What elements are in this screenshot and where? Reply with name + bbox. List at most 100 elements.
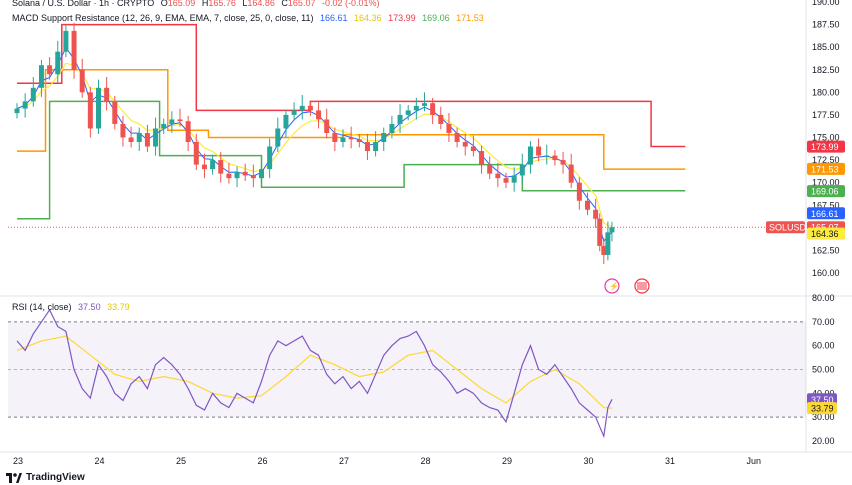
candle-body (283, 114, 289, 129)
candle-body (348, 137, 354, 140)
rsi-value: 37.50 (78, 302, 101, 312)
candle-body (112, 101, 118, 124)
ohlc-high: H165.76 (201, 0, 236, 8)
price-axis-tick: 190.00 (812, 0, 840, 7)
candle-body (104, 87, 110, 102)
indicator-name: MACD Support Resistance (12, 26, 9, EMA,… (12, 13, 314, 23)
rsi-axis-tick: 20.00 (812, 436, 835, 446)
time-axis-tick: Jun (747, 456, 762, 466)
candle-body (259, 169, 264, 179)
candle-body (201, 164, 207, 170)
candle-body (299, 105, 305, 111)
candle-body (275, 128, 281, 147)
candle-body (55, 51, 61, 75)
rsi-label-text: 33.79 (811, 404, 834, 414)
price-axis-tick: 180.00 (812, 87, 840, 97)
candle-body (144, 132, 150, 147)
price-change: -0.02 (-0.01%) (321, 0, 380, 8)
ohlc-open: O165.09 (160, 0, 196, 8)
ohlc-close: C165.07 (281, 0, 316, 8)
symbol-tag-text: SOLUSD (769, 223, 807, 233)
us-flag-event-icon (634, 278, 650, 294)
candle-body (226, 173, 232, 179)
candle-body (340, 137, 346, 143)
flash-event-glyph: ⚡ (609, 281, 619, 291)
candle-body (136, 132, 142, 143)
indicator-value-green: 169.06 (422, 13, 450, 23)
candle-body (267, 146, 273, 170)
candle-body (364, 142, 370, 152)
candle-body (332, 132, 338, 143)
candle-body (544, 155, 550, 157)
rsi-axis-tick: 50.00 (812, 365, 835, 375)
indicator-value-blue: 166.61 (319, 13, 348, 23)
candle-body (527, 146, 533, 165)
candle-body (413, 105, 419, 111)
candle-body (242, 171, 248, 176)
candle-body (250, 175, 256, 179)
candle-body (14, 108, 20, 114)
candle-body (22, 101, 28, 109)
time-axis-tick: 23 (13, 456, 23, 466)
price-label-text: 164.36 (811, 229, 839, 239)
price-label-text: 171.53 (811, 164, 839, 174)
tradingview-logo-text: TradingView (26, 472, 85, 483)
candle-body (324, 119, 330, 133)
candle-body (446, 123, 452, 133)
indicator-value-red: 173.99 (388, 13, 416, 23)
rsi-axis-tick: 60.00 (812, 341, 835, 351)
rsi-legend: RSI (14, close) 37.50 33.79 (12, 302, 134, 312)
candle-body (128, 137, 134, 143)
ohlc-low: L164.86 (242, 0, 275, 8)
candle-body (291, 110, 297, 115)
candle-body (609, 227, 615, 233)
candle-body (389, 123, 395, 133)
time-axis-tick: 26 (258, 456, 268, 466)
time-axis-tick: 31 (665, 456, 675, 466)
indicator-value-orange: 171.53 (456, 13, 484, 23)
candle-body (552, 155, 558, 161)
candle-body (568, 164, 574, 183)
candle-body (161, 123, 167, 129)
price-axis-tick: 162.50 (812, 245, 840, 255)
candle-body (218, 160, 224, 174)
price-axis-tick: 160.00 (812, 268, 840, 278)
candle-body (422, 103, 427, 106)
candle-body (63, 30, 69, 52)
time-axis-tick: 24 (95, 456, 105, 466)
price-axis-tick: 177.50 (812, 110, 840, 120)
candle-body (511, 175, 517, 183)
candle-body (193, 142, 199, 165)
time-axis-tick: 27 (339, 456, 349, 466)
candle-body (495, 173, 501, 179)
candle-body (430, 103, 436, 115)
candle-body (38, 65, 44, 88)
candle-body (470, 146, 476, 152)
candle-body (185, 121, 191, 143)
rsi-ma-value: 33.79 (107, 302, 130, 312)
candle-body (30, 87, 36, 102)
tradingview-logo-icon (6, 472, 22, 483)
candle-body (373, 142, 379, 152)
symbol-title: Solana / U.S. Dollar · 1h · CRYPTO (12, 0, 155, 8)
candle-body (503, 178, 509, 183)
candle-body (356, 139, 362, 143)
candle-body (153, 128, 159, 147)
candle-body (576, 182, 582, 201)
time-axis-tick: 29 (502, 456, 512, 466)
candle-body (234, 171, 240, 179)
rsi-label: RSI (14, close) (12, 302, 72, 312)
candle-body (177, 119, 183, 122)
candle-body (605, 232, 611, 255)
time-axis-tick: 28 (421, 456, 431, 466)
candle-body (597, 218, 603, 246)
chart-canvas[interactable]: 160.00162.50165.00167.50170.00172.50175.… (0, 0, 852, 485)
candle-body (405, 110, 411, 115)
price-label-text: 173.99 (811, 142, 839, 152)
tradingview-logo[interactable]: TradingView (6, 472, 85, 483)
price-axis-tick: 182.50 (812, 65, 840, 75)
candle-body (71, 30, 77, 70)
candle-body (120, 123, 126, 138)
price-axis-tick: 187.50 (812, 20, 840, 30)
price-label-text: 169.06 (811, 187, 839, 197)
